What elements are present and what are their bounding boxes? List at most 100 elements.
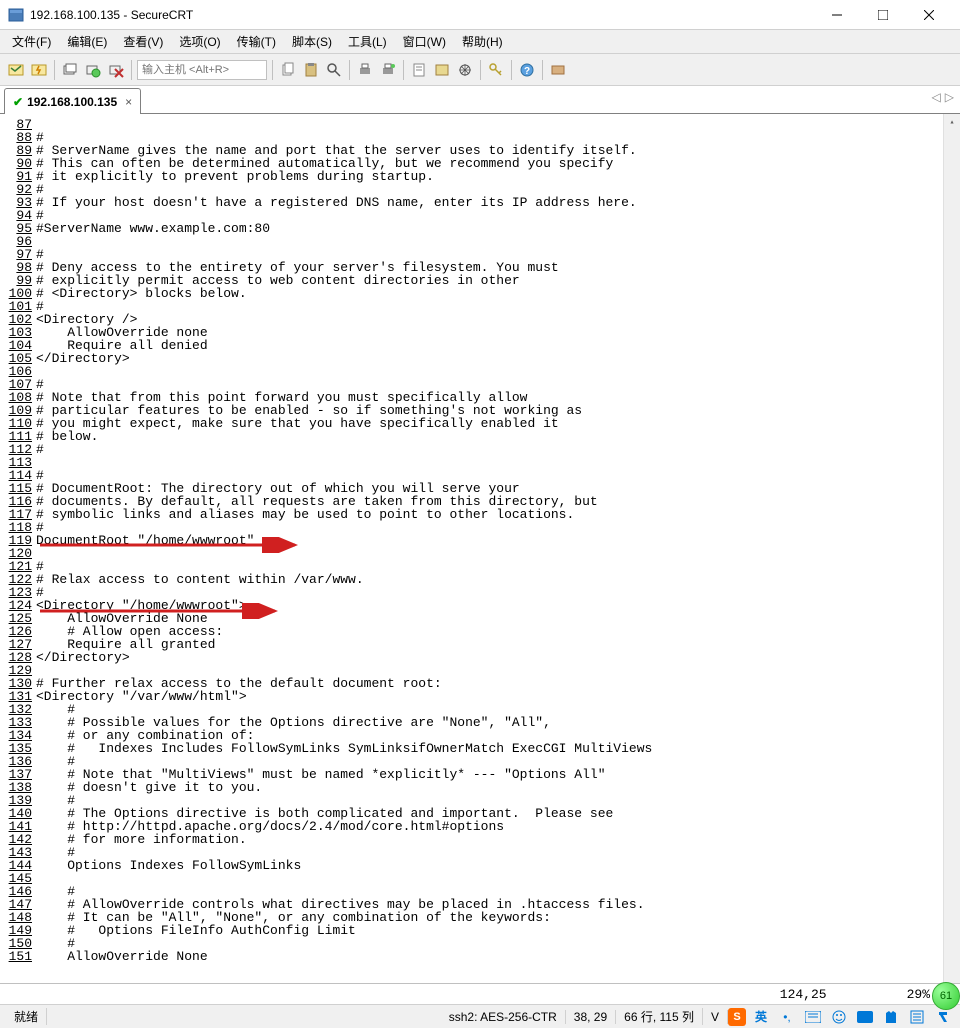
disconnect-icon[interactable] (106, 60, 126, 80)
tab-next-icon[interactable]: ▷ (945, 90, 954, 104)
code-line: 138 # doesn't give it to you. (2, 781, 958, 794)
close-button[interactable] (906, 0, 952, 30)
notification-badge[interactable]: 61 (932, 982, 960, 1010)
status-cursor: 38, 29 (566, 1010, 616, 1024)
line-text: </Directory> (36, 352, 130, 365)
code-line: 91# it explicitly to prevent problems du… (2, 170, 958, 183)
minimize-button[interactable] (814, 0, 860, 30)
paste-icon[interactable] (301, 60, 321, 80)
tabbar: ✔ 192.168.100.135 × ◁ ▷ (0, 86, 960, 114)
menu-edit[interactable]: 编辑(E) (61, 31, 113, 52)
menu-help[interactable]: 帮助(H) (456, 31, 509, 52)
menu-file[interactable]: 文件(F) (6, 31, 57, 52)
ime-punct-icon[interactable]: •, (776, 1007, 798, 1027)
new-tab-icon[interactable] (60, 60, 80, 80)
ime-language[interactable]: 英 (750, 1007, 772, 1027)
line-text: DocumentRoot "/home/wwwroot" (36, 534, 254, 547)
code-line: 135 # Indexes Includes FollowSymLinks Sy… (2, 742, 958, 755)
toolbar: ? (0, 54, 960, 86)
code-line: 131<Directory "/var/www/html"> (2, 690, 958, 703)
code-line: 113 (2, 456, 958, 469)
line-text: # below. (36, 430, 98, 443)
code-line: 117# symbolic links and aliases may be u… (2, 508, 958, 521)
code-line: 111# below. (2, 430, 958, 443)
code-line: 122# Relax access to content within /var… (2, 573, 958, 586)
code-line: 95#ServerName www.example.com:80 (2, 222, 958, 235)
ime-keyboard-icon[interactable] (854, 1007, 876, 1027)
menu-transfer[interactable]: 传输(T) (231, 31, 282, 52)
tab-prev-icon[interactable]: ◁ (932, 90, 941, 104)
copy-icon[interactable] (278, 60, 298, 80)
code-line: 105</Directory> (2, 352, 958, 365)
scroll-percent: 29% (907, 987, 930, 1002)
line-text: AllowOverride None (36, 950, 208, 963)
line-text: # you might expect, make sure that you h… (36, 417, 559, 430)
ime-tools-icon[interactable] (906, 1007, 928, 1027)
line-text: # Relax access to content within /var/ww… (36, 573, 364, 586)
separator (542, 60, 543, 80)
ime-toolbar: S 英 •, (728, 1007, 954, 1027)
code-line: 106 (2, 365, 958, 378)
code-line: 128</Directory> (2, 651, 958, 664)
code-line: 100# <Directory> blocks below. (2, 287, 958, 300)
menu-tools[interactable]: 工具(L) (342, 31, 393, 52)
line-number: 151 (2, 950, 32, 963)
session-options-icon[interactable] (432, 60, 452, 80)
code-line: 93# If your host doesn't have a register… (2, 196, 958, 209)
session-tab[interactable]: ✔ 192.168.100.135 × (4, 88, 141, 114)
line-text: #ServerName www.example.com:80 (36, 222, 270, 235)
terminal[interactable]: 8788#89# ServerName gives the name and p… (0, 114, 960, 984)
host-input[interactable] (137, 60, 267, 80)
code-line: 142 # for more information. (2, 833, 958, 846)
status-vt: V (703, 1010, 728, 1024)
status-size: 66 行, 115 列 (616, 1008, 703, 1025)
menu-view[interactable]: 查看(V) (117, 31, 169, 52)
code-line: 144 Options Indexes FollowSymLinks (2, 859, 958, 872)
help-icon[interactable]: ? (517, 60, 537, 80)
line-text: </Directory> (36, 651, 130, 664)
ime-soft-keyboard-icon[interactable] (802, 1007, 824, 1027)
line-text: # it explicitly to prevent problems duri… (36, 170, 434, 183)
key-icon[interactable] (486, 60, 506, 80)
code-line: 110# you might expect, make sure that yo… (2, 417, 958, 430)
tab-nav: ◁ ▷ (932, 90, 954, 104)
code-line: 104 Require all denied (2, 339, 958, 352)
code-line: 127 Require all granted (2, 638, 958, 651)
statusbar: 就绪 ssh2: AES-256-CTR 38, 29 66 行, 115 列 … (0, 1004, 960, 1028)
print-icon[interactable] (355, 60, 375, 80)
status-ready: 就绪 (6, 1008, 47, 1025)
ime-emoji-icon[interactable] (828, 1007, 850, 1027)
ime-skin-icon[interactable] (880, 1007, 902, 1027)
vertical-scrollbar[interactable]: ▴ (943, 114, 960, 983)
code-line: 101# (2, 300, 958, 313)
menu-script[interactable]: 脚本(S) (286, 31, 338, 52)
app-icon (8, 7, 24, 23)
print-screen-icon[interactable] (378, 60, 398, 80)
connect-icon[interactable] (6, 60, 26, 80)
reconnect-icon[interactable] (83, 60, 103, 80)
menu-window[interactable]: 窗口(W) (397, 31, 452, 52)
separator (480, 60, 481, 80)
ime-sogou-icon[interactable]: S (728, 1008, 746, 1026)
properties-icon[interactable] (409, 60, 429, 80)
menu-options[interactable]: 选项(O) (173, 31, 226, 52)
code-line: 149 # Options FileInfo AuthConfig Limit (2, 924, 958, 937)
code-line: 120 (2, 547, 958, 560)
quick-connect-icon[interactable] (29, 60, 49, 80)
line-text: # Indexes Includes FollowSymLinks SymLin… (36, 742, 652, 755)
global-options-icon[interactable] (455, 60, 475, 80)
terminal-status-line: 124,25 29% (0, 984, 960, 1004)
code-line: 112# (2, 443, 958, 456)
find-icon[interactable] (324, 60, 344, 80)
line-text: # <Directory> blocks below. (36, 287, 247, 300)
titlebar: 192.168.100.135 - SecureCRT (0, 0, 960, 30)
code-line: 87 (2, 118, 958, 131)
separator (131, 60, 132, 80)
scroll-up-icon[interactable]: ▴ (944, 114, 960, 131)
code-line: 96 (2, 235, 958, 248)
code-line: 151 AllowOverride None (2, 950, 958, 963)
separator (403, 60, 404, 80)
maximize-button[interactable] (860, 0, 906, 30)
tab-close-icon[interactable]: × (125, 95, 132, 109)
sfx-icon[interactable] (548, 60, 568, 80)
